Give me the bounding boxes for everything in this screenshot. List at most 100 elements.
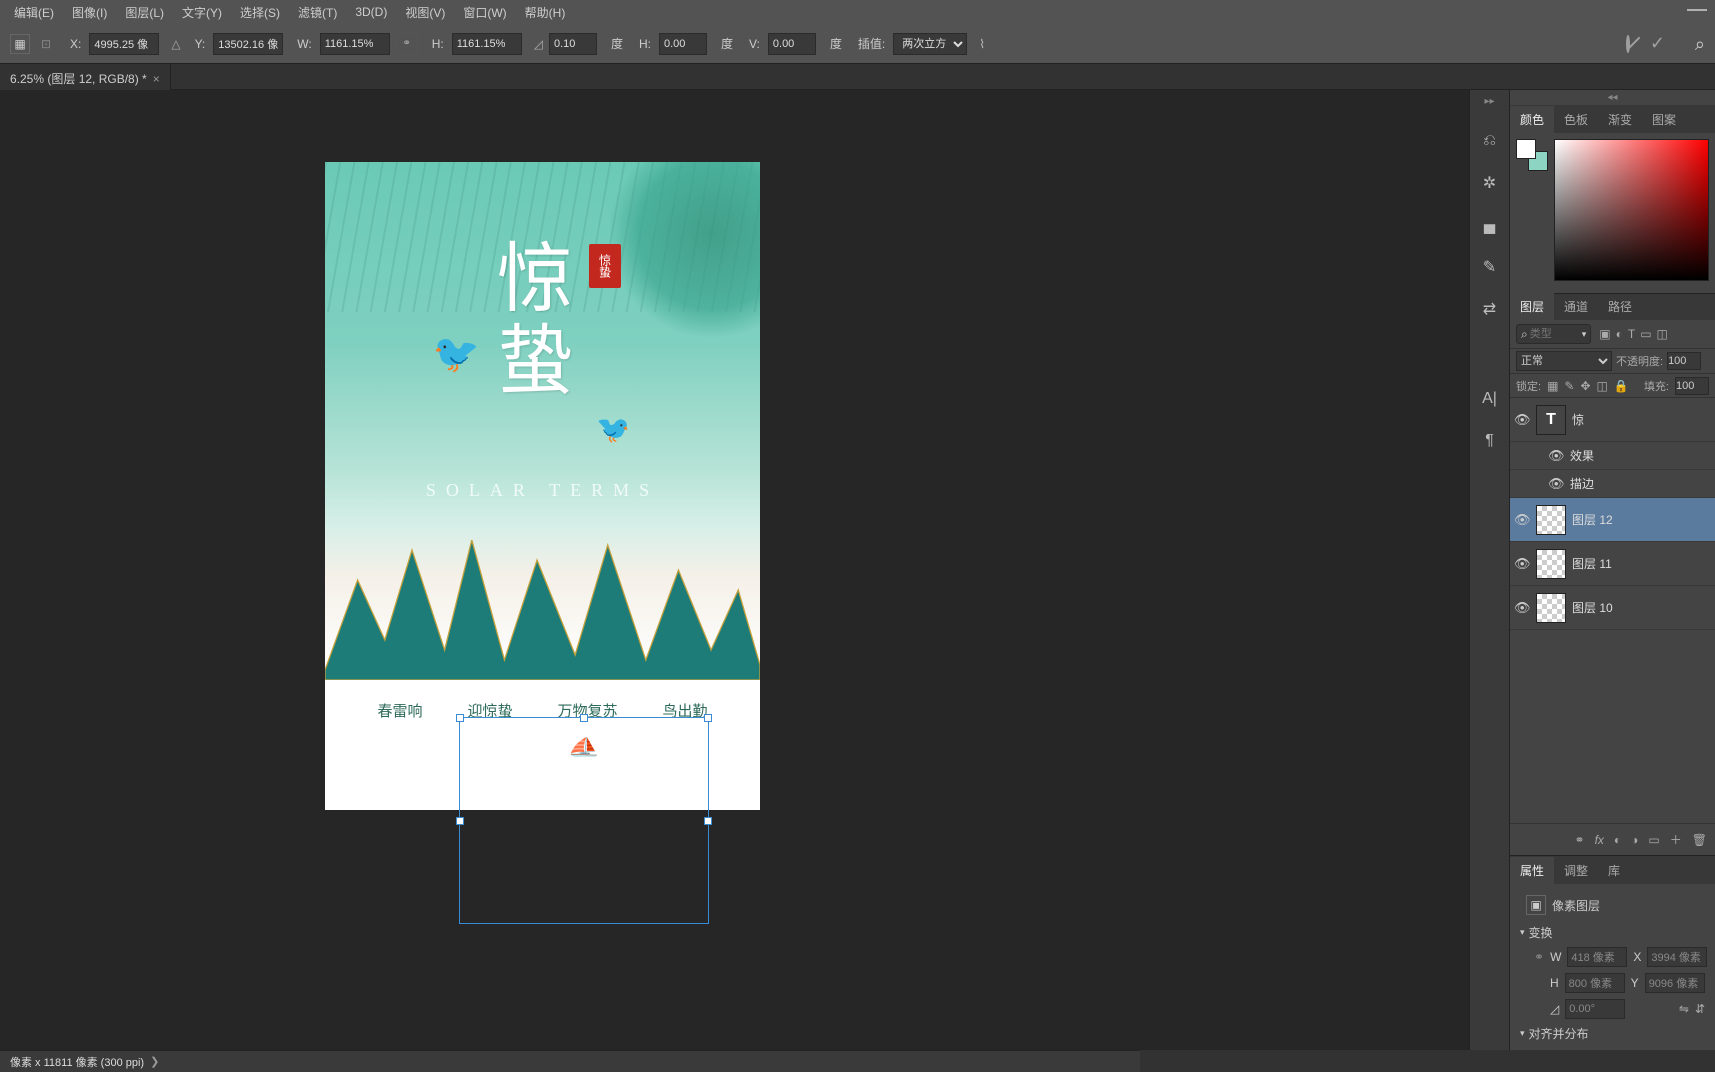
shear-h-input[interactable] xyxy=(659,33,707,55)
tab-properties[interactable]: 属性 xyxy=(1510,857,1554,884)
color-swatches[interactable] xyxy=(1516,139,1548,171)
menu-window[interactable]: 窗口(W) xyxy=(455,1,514,24)
tab-paths[interactable]: 路径 xyxy=(1598,293,1642,320)
tab-channels[interactable]: 通道 xyxy=(1554,293,1598,320)
layer-stroke-row[interactable]: 👁 描边 xyxy=(1510,470,1715,498)
props-x-input[interactable] xyxy=(1647,947,1707,967)
menu-help[interactable]: 帮助(H) xyxy=(517,1,574,24)
visibility-toggle[interactable]: 👁 xyxy=(1548,448,1564,464)
props-y-input[interactable] xyxy=(1645,973,1705,993)
collapse-dock-icon[interactable]: ▸▸ xyxy=(1484,96,1494,107)
lock-all-icon[interactable]: 🔒 xyxy=(1614,379,1629,393)
visibility-toggle[interactable]: 👁 xyxy=(1548,476,1564,492)
tab-patterns[interactable]: 图案 xyxy=(1642,106,1686,133)
filter-type-icon[interactable]: T xyxy=(1628,327,1635,341)
filter-adjust-icon[interactable]: ◐ xyxy=(1616,327,1623,341)
color-picker[interactable] xyxy=(1554,139,1709,281)
character-panel-icon[interactable]: A| xyxy=(1478,387,1502,411)
layer-item-12[interactable]: 👁 图层 12 xyxy=(1510,498,1715,542)
canvas-area[interactable]: 惊蛰 惊 蛰 🐦 🐦 SOLAR TERMS 春雷响 迎惊蛰 万物复苏 鸟出勤 … xyxy=(0,90,1469,1050)
group-icon[interactable]: ▭ xyxy=(1648,833,1659,847)
handle-middle-right[interactable] xyxy=(704,817,712,825)
link-icon[interactable]: ⚭ xyxy=(396,33,418,55)
layer-fx-row[interactable]: 👁 效果 xyxy=(1510,442,1715,470)
tool-preset-icon[interactable]: ▦ xyxy=(10,34,30,54)
visibility-toggle[interactable]: 👁 xyxy=(1514,512,1530,528)
lock-pixels-icon[interactable]: ▦ xyxy=(1547,379,1558,393)
collapse-panels-icon[interactable]: ◂◂ xyxy=(1510,90,1715,105)
layer-item-text[interactable]: 👁 T 惊 xyxy=(1510,398,1715,442)
filter-shape-icon[interactable]: ▭ xyxy=(1640,327,1651,341)
menu-select[interactable]: 选择(S) xyxy=(232,1,288,24)
menu-filter[interactable]: 滤镜(T) xyxy=(290,1,345,24)
layer-name[interactable]: 图层 11 xyxy=(1572,555,1612,572)
brush-settings-panel-icon[interactable]: ⇄ xyxy=(1478,297,1502,321)
h-input[interactable] xyxy=(452,33,522,55)
brushes-panel-icon[interactable]: ✎ xyxy=(1478,255,1502,279)
handle-middle-left[interactable] xyxy=(456,817,464,825)
navigator-panel-icon[interactable]: ✲ xyxy=(1478,171,1502,195)
cancel-transform-button[interactable] xyxy=(1626,37,1630,51)
tab-adjustments[interactable]: 调整 xyxy=(1554,857,1598,884)
histogram-panel-icon[interactable]: ▄ xyxy=(1478,213,1502,237)
layer-name[interactable]: 图层 10 xyxy=(1572,599,1613,616)
interp-select[interactable]: 两次立方 xyxy=(893,33,967,55)
tab-swatches[interactable]: 色板 xyxy=(1554,106,1598,133)
angle-input[interactable] xyxy=(549,33,597,55)
link-wh-icon[interactable]: ⚭ xyxy=(1534,950,1544,964)
visibility-toggle[interactable]: 👁 xyxy=(1514,600,1530,616)
visibility-toggle[interactable]: 👁 xyxy=(1514,412,1530,428)
layer-item-10[interactable]: 👁 图层 10 xyxy=(1510,586,1715,630)
menu-image[interactable]: 图像(I) xyxy=(64,1,115,24)
commit-transform-button[interactable]: ✓ xyxy=(1650,33,1665,54)
align-section-header[interactable]: ▾ 对齐并分布 xyxy=(1520,1025,1705,1042)
layer-name[interactable]: 图层 12 xyxy=(1572,511,1613,528)
flip-v-icon[interactable]: ⇵ xyxy=(1695,1002,1705,1016)
delete-layer-icon[interactable]: 🗑 xyxy=(1692,833,1707,847)
foreground-swatch[interactable] xyxy=(1516,139,1536,159)
history-panel-icon[interactable]: ⎌ xyxy=(1478,129,1502,153)
fill-input[interactable] xyxy=(1675,377,1709,395)
link-layers-icon[interactable]: ⚭ xyxy=(1575,833,1585,847)
search-icon[interactable]: ⌕ xyxy=(1695,34,1705,55)
adjustment-icon[interactable]: ◑ xyxy=(1631,833,1638,847)
warp-icon[interactable]: ⌇ xyxy=(979,37,985,51)
x-input[interactable] xyxy=(89,33,159,55)
opacity-input[interactable] xyxy=(1667,352,1701,370)
w-input[interactable] xyxy=(320,33,390,55)
menu-edit[interactable]: 编辑(E) xyxy=(6,1,62,24)
menu-layer[interactable]: 图层(L) xyxy=(117,1,172,24)
filter-smart-icon[interactable]: ◫ xyxy=(1657,327,1668,341)
menu-view[interactable]: 视图(V) xyxy=(397,1,453,24)
blend-mode-select[interactable]: 正常 xyxy=(1516,351,1612,371)
menu-type[interactable]: 文字(Y) xyxy=(174,1,230,24)
menu-3d[interactable]: 3D(D) xyxy=(347,2,395,22)
new-layer-icon[interactable]: ＋ xyxy=(1670,831,1682,848)
y-input[interactable] xyxy=(213,33,283,55)
tab-libraries[interactable]: 库 xyxy=(1598,857,1630,884)
lock-position-icon[interactable]: ✥ xyxy=(1580,379,1590,393)
minimize-icon[interactable] xyxy=(1687,9,1707,11)
status-menu-icon[interactable]: ❯ xyxy=(150,1055,159,1068)
document-tab[interactable]: 6.25% (图层 12, RGB/8) * × xyxy=(0,64,171,90)
layer-filter-input[interactable] xyxy=(1530,328,1580,340)
filter-pixel-icon[interactable]: ▣ xyxy=(1599,327,1610,341)
props-h-input[interactable] xyxy=(1565,973,1625,993)
visibility-toggle[interactable]: 👁 xyxy=(1514,556,1530,572)
layer-item-11[interactable]: 👁 图层 11 xyxy=(1510,542,1715,586)
tab-color[interactable]: 颜色 xyxy=(1510,106,1554,133)
lock-brush-icon[interactable]: ✎ xyxy=(1564,379,1574,393)
flip-h-icon[interactable]: ⇋ xyxy=(1679,1002,1689,1016)
layer-kind-filter[interactable]: ⌕ ▾ xyxy=(1516,324,1591,344)
props-rotate-input[interactable] xyxy=(1565,999,1625,1019)
reference-point-icon[interactable]: ⊡ xyxy=(36,34,56,54)
delta-icon[interactable]: △ xyxy=(171,37,180,51)
props-w-input[interactable] xyxy=(1567,947,1627,967)
mask-icon[interactable]: ◐ xyxy=(1614,833,1621,847)
paragraph-panel-icon[interactable]: ¶ xyxy=(1478,429,1502,453)
transform-section-header[interactable]: ▾ 变换 xyxy=(1520,924,1705,941)
fx-icon[interactable]: fx xyxy=(1595,833,1604,847)
close-tab-icon[interactable]: × xyxy=(153,72,160,86)
tab-gradients[interactable]: 渐变 xyxy=(1598,106,1642,133)
tab-layers[interactable]: 图层 xyxy=(1510,293,1554,320)
